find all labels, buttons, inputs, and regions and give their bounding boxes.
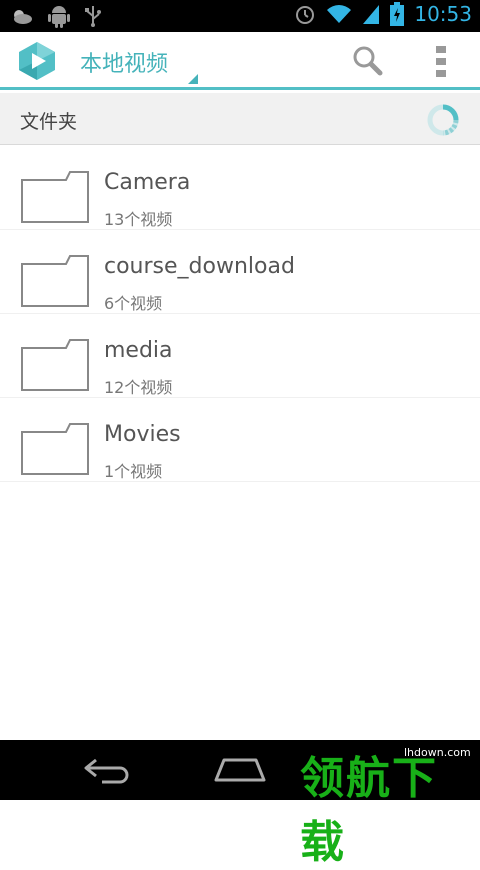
usb-icon [84,4,102,28]
navigation-bar: 领航下载 lhdown.com [0,740,480,868]
status-bar: 10:53 [0,0,480,32]
folder-icon [21,423,89,475]
folder-icon [21,171,89,223]
status-bar-notifications [10,4,102,28]
home-icon [214,758,266,782]
status-bar-system: 10:53 [294,2,472,26]
folder-video-count: 1个视频 [104,462,163,481]
folder-item-course-download[interactable]: course_download 6个视频 [0,230,480,314]
overflow-menu-button[interactable] [426,42,456,80]
folder-item-camera[interactable]: Camera 13个视频 [0,146,480,230]
watermark-logo: 领航下载 [300,753,438,868]
folder-item-media[interactable]: media 12个视频 [0,314,480,398]
signal-icon [362,3,380,25]
folder-video-count: 6个视频 [104,294,163,313]
app-logo-icon [16,41,58,81]
home-button[interactable] [214,758,266,782]
search-button[interactable] [348,42,388,80]
folders-section-header: 文件夹 [0,93,480,145]
folder-video-count: 13个视频 [104,210,173,229]
back-button[interactable] [82,756,132,784]
folder-name: Camera [104,170,191,195]
folder-icon [21,339,89,391]
loading-spinner-icon [426,103,460,137]
android-icon [48,4,70,28]
overflow-menu-icon [436,46,446,77]
watermark-url: lhdown.com [404,746,471,759]
folder-icon [21,255,89,307]
wifi-icon [326,3,352,25]
folder-item-movies[interactable]: Movies 1个视频 [0,398,480,482]
title-dropdown[interactable]: 本地视频 [72,32,200,87]
page-title: 本地视频 [80,52,169,77]
dropdown-indicator-icon [188,74,198,84]
action-bar: 本地视频 [0,32,480,90]
search-icon [353,46,383,76]
folder-name: Movies [104,422,181,447]
section-title: 文件夹 [20,111,78,133]
battery-charging-icon [390,2,405,26]
folder-name: media [104,338,173,363]
clock: 10:53 [414,2,472,26]
weather-icon [10,6,34,26]
back-icon [84,758,129,784]
folder-list: Camera 13个视频 course_download 6个视频 media … [0,146,480,482]
folder-name: course_download [104,254,295,279]
alarm-icon [294,3,316,25]
folder-video-count: 12个视频 [104,378,173,397]
